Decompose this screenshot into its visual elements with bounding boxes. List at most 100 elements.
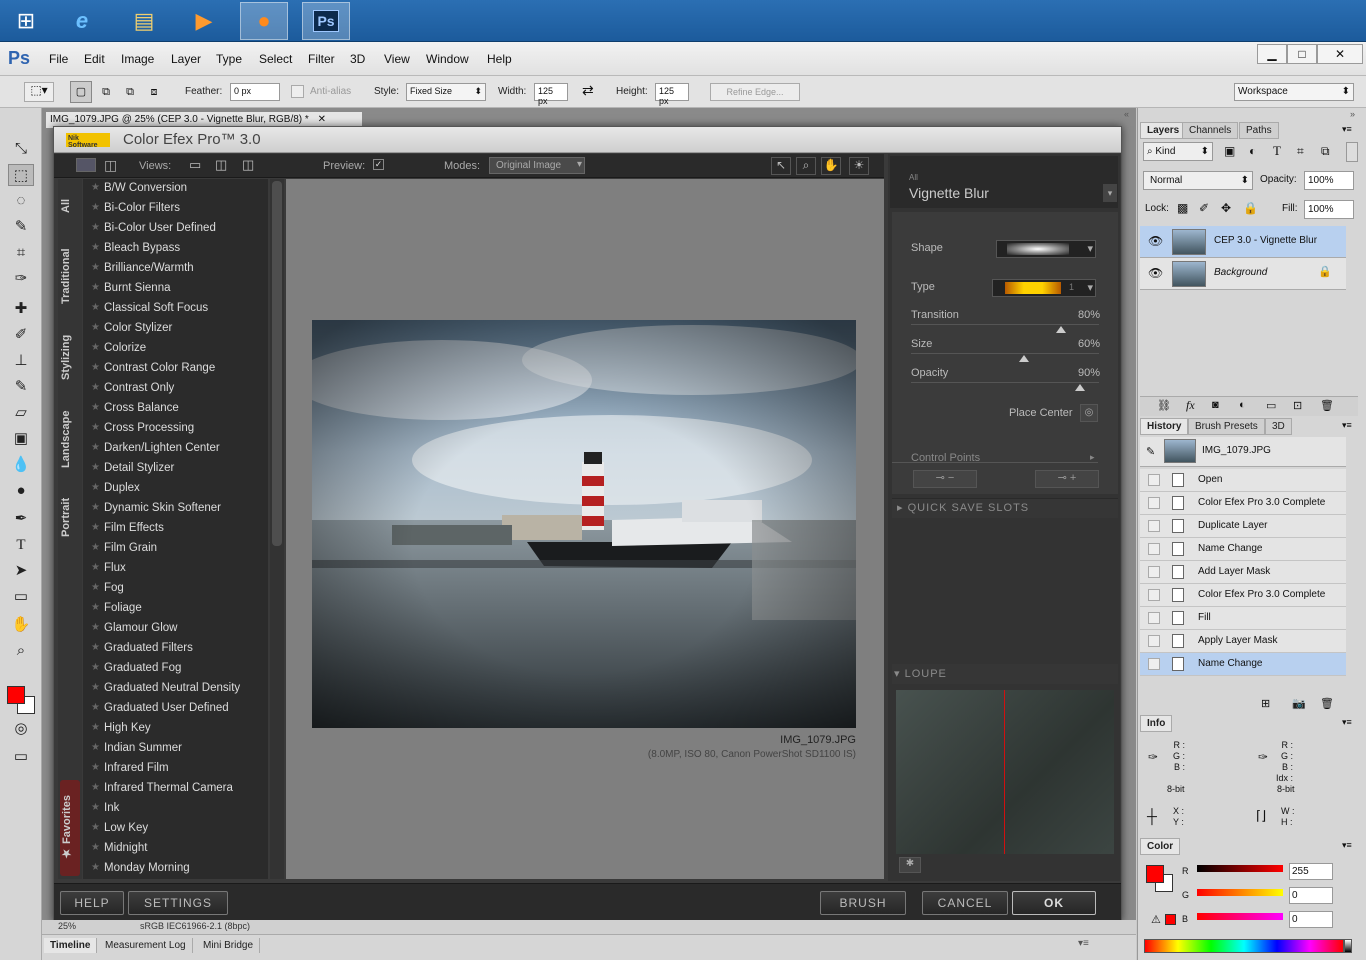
- internet-explorer-icon[interactable]: e: [58, 2, 106, 40]
- collapse-right-icon[interactable]: »: [1350, 109, 1355, 119]
- tab-timeline[interactable]: Timeline: [44, 938, 98, 953]
- zoom-level[interactable]: 25%: [58, 921, 76, 931]
- tab-paths[interactable]: Paths: [1239, 122, 1279, 139]
- zoom-tool-icon[interactable]: ⌕: [8, 640, 34, 662]
- quick-mask-icon[interactable]: ◎: [8, 718, 34, 740]
- info-panel-menu-icon[interactable]: ▾≡: [1342, 717, 1352, 728]
- layer-name[interactable]: CEP 3.0 - Vignette Blur: [1214, 235, 1317, 246]
- history-step[interactable]: Color Efex Pro 3.0 Complete: [1140, 492, 1346, 515]
- filter-item[interactable]: Bi-Color Filters: [86, 199, 268, 219]
- filter-item[interactable]: B/W Conversion: [86, 179, 268, 199]
- history-source-box[interactable]: [1148, 612, 1160, 624]
- color-spectrum-bar[interactable]: [1144, 939, 1344, 953]
- history-source-box[interactable]: [1148, 566, 1160, 578]
- brush-tool-icon[interactable]: ✐: [8, 324, 34, 346]
- filter-item[interactable]: Infrared Film: [86, 759, 268, 779]
- settings-button[interactable]: SETTINGS: [128, 891, 228, 915]
- type-select[interactable]: 1 ▾: [992, 279, 1096, 297]
- filter-item[interactable]: Colorize: [86, 339, 268, 359]
- filter-item[interactable]: Brilliance/Warmth: [86, 259, 268, 279]
- eraser-tool-icon[interactable]: ▱: [8, 402, 34, 424]
- color-panel-menu-icon[interactable]: ▾≡: [1342, 840, 1352, 851]
- filter-item[interactable]: Detail Stylizer: [86, 459, 268, 479]
- history-brush-source-icon[interactable]: ✎: [1146, 445, 1155, 458]
- filter-item[interactable]: Infrared Thermal Camera: [86, 779, 268, 799]
- maximize-button[interactable]: □: [1287, 44, 1317, 64]
- feather-input[interactable]: 0 px: [230, 83, 280, 101]
- filter-item[interactable]: Bi-Color User Defined: [86, 219, 268, 239]
- lock-position-icon[interactable]: ✥: [1221, 201, 1231, 215]
- gamut-warning-icon[interactable]: ⚠: [1151, 913, 1161, 926]
- new-layer-icon[interactable]: ⊡: [1293, 399, 1302, 412]
- menu-select[interactable]: Select: [259, 52, 292, 66]
- filter-item[interactable]: Fog: [86, 579, 268, 599]
- delete-state-icon[interactable]: 🗑: [1320, 697, 1334, 710]
- minimize-button[interactable]: ▁: [1257, 44, 1287, 64]
- menu-file[interactable]: File: [49, 52, 68, 66]
- history-source-box[interactable]: [1148, 497, 1160, 509]
- view-single-icon[interactable]: ▭: [189, 157, 201, 173]
- filter-item[interactable]: Contrast Color Range: [86, 359, 268, 379]
- menu-window[interactable]: Window: [426, 52, 469, 66]
- refine-edge-button[interactable]: Refine Edge...: [710, 83, 800, 101]
- history-step[interactable]: Add Layer Mask: [1140, 561, 1346, 584]
- eye-icon[interactable]: 👁: [1148, 234, 1163, 248]
- eye-icon[interactable]: 👁: [1148, 266, 1163, 280]
- tab-measurement-log[interactable]: Measurement Log: [99, 938, 193, 953]
- tab-color[interactable]: Color: [1140, 838, 1181, 855]
- filter-item[interactable]: Bleach Bypass: [86, 239, 268, 259]
- menu-help[interactable]: Help: [487, 52, 512, 66]
- filter-item[interactable]: Foliage: [86, 599, 268, 619]
- close-button[interactable]: ✕: [1317, 44, 1363, 64]
- red-slider[interactable]: [1197, 865, 1283, 872]
- blue-slider[interactable]: [1197, 913, 1283, 920]
- collapse-left-icon[interactable]: «: [1124, 109, 1129, 119]
- screen-mode-icon[interactable]: ▭: [8, 746, 34, 768]
- tab-3d[interactable]: 3D: [1265, 418, 1292, 435]
- mode-select[interactable]: Original Image ▾: [489, 157, 585, 174]
- style-select[interactable]: Fixed Size ⬍: [406, 83, 486, 101]
- category-all-tab[interactable]: All: [60, 186, 80, 226]
- dodge-tool-icon[interactable]: ●: [8, 480, 34, 502]
- gamut-color-swatch[interactable]: [1165, 914, 1176, 925]
- history-source-box[interactable]: [1148, 589, 1160, 601]
- tab-history[interactable]: History: [1140, 418, 1189, 435]
- help-button[interactable]: HELP: [60, 891, 124, 915]
- history-step[interactable]: Open: [1140, 469, 1346, 492]
- layer-style-icon[interactable]: fx: [1186, 398, 1195, 413]
- filter-item[interactable]: Cross Balance: [86, 399, 268, 419]
- move-tool-icon[interactable]: ⤡: [8, 138, 34, 160]
- history-snapshot[interactable]: ✎ IMG_1079.JPG: [1140, 437, 1346, 467]
- filter-toggle[interactable]: [1346, 142, 1358, 162]
- firefox-icon[interactable]: ●: [240, 2, 288, 40]
- menu-image[interactable]: Image: [121, 52, 154, 66]
- category-stylizing-tab[interactable]: Stylizing: [60, 326, 80, 388]
- quick-select-tool-icon[interactable]: ✎: [8, 216, 34, 238]
- foreground-color-swatch[interactable]: [7, 686, 25, 704]
- windows-start-icon[interactable]: ⊞: [2, 2, 50, 40]
- layer-name[interactable]: Background: [1214, 267, 1267, 278]
- category-favorites-tab[interactable]: ★ Favorites: [60, 780, 80, 876]
- shape-select[interactable]: ▾: [996, 240, 1096, 258]
- filter-item[interactable]: Monday Morning: [86, 859, 268, 879]
- opacity-slider-track[interactable]: [911, 382, 1099, 383]
- color-fg-swatch[interactable]: [1146, 865, 1164, 883]
- type-tool-icon[interactable]: T: [8, 534, 34, 556]
- tab-info[interactable]: Info: [1140, 715, 1173, 732]
- history-step[interactable]: Fill: [1140, 607, 1346, 630]
- zoom-icon[interactable]: ⌕: [796, 157, 816, 175]
- layer-opacity-input[interactable]: 100%: [1304, 171, 1354, 190]
- cancel-button[interactable]: CANCEL: [922, 891, 1008, 915]
- filter-item[interactable]: Graduated Neutral Density: [86, 679, 268, 699]
- menu-edit[interactable]: Edit: [84, 52, 105, 66]
- filter-item[interactable]: Dynamic Skin Softener: [86, 499, 268, 519]
- file-explorer-icon[interactable]: ▤: [120, 2, 168, 40]
- filter-item[interactable]: Film Effects: [86, 519, 268, 539]
- filter-item[interactable]: Ink: [86, 799, 268, 819]
- lasso-tool-icon[interactable]: ◌: [8, 190, 34, 212]
- bottom-panel-menu-icon[interactable]: ▾≡: [1078, 938, 1089, 949]
- history-source-box[interactable]: [1148, 520, 1160, 532]
- ok-button[interactable]: OK: [1012, 891, 1096, 915]
- subtract-selection-icon[interactable]: ⧉: [120, 82, 140, 102]
- green-input[interactable]: 0: [1289, 887, 1333, 904]
